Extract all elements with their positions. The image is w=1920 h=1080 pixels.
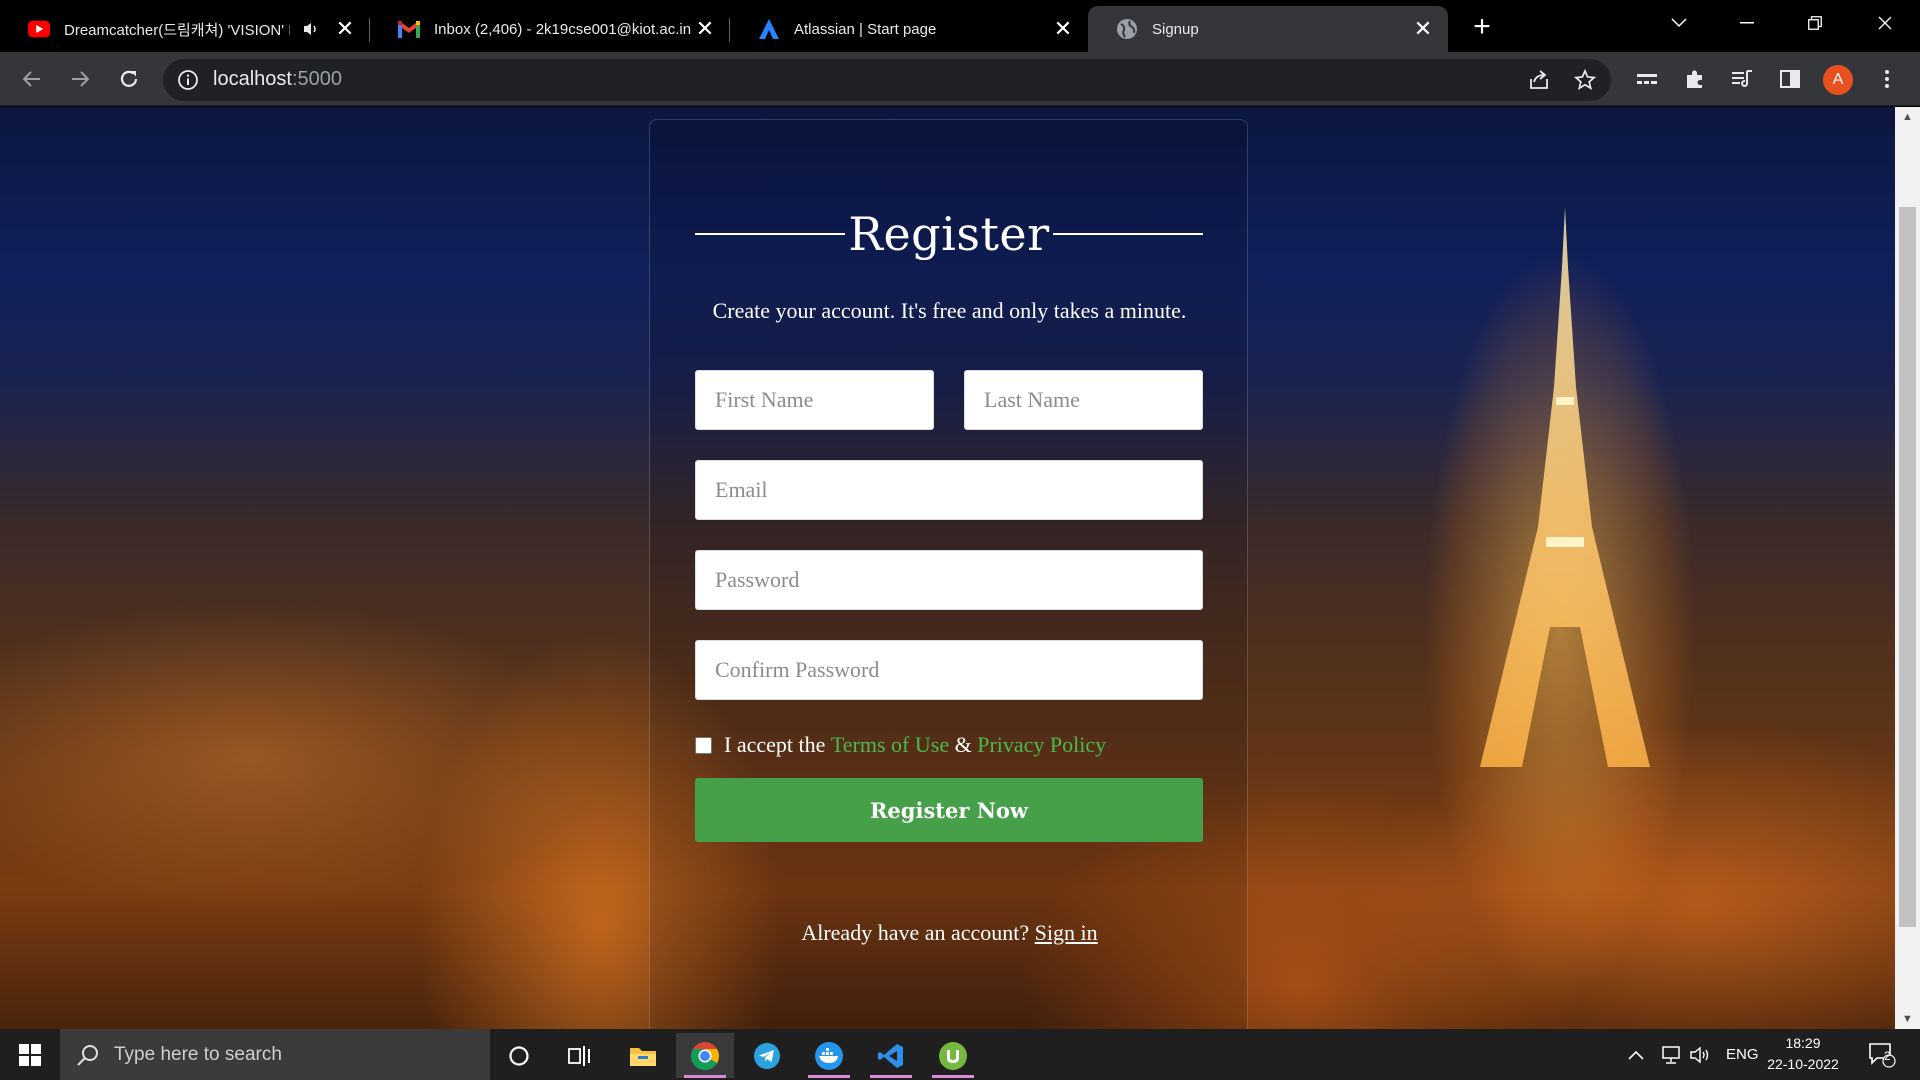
tab-title: Dreamcatcher(드림캐쳐) 'VISION' I [64, 21, 290, 39]
signin-prefix: Already have an account? [801, 920, 1030, 945]
language-indicator[interactable]: ENG [1726, 1029, 1759, 1080]
vscode-icon[interactable] [862, 1033, 920, 1078]
volume-icon[interactable] [1690, 1029, 1714, 1080]
address-bar[interactable]: localhost:5000 [163, 59, 1611, 101]
search-icon [76, 1043, 100, 1067]
register-card: Register Create your account. It's free … [649, 119, 1248, 1029]
heading-divider-right [1052, 233, 1203, 235]
utorrent-icon[interactable] [924, 1033, 982, 1078]
eiffel-tower-background [1480, 207, 1650, 767]
new-tab-button[interactable]: + [1465, 10, 1499, 44]
scroll-down-arrow-icon[interactable]: ▼ [1895, 1009, 1920, 1029]
signin-row: Already have an account? Sign in [650, 920, 1249, 946]
url-host: localhost [213, 68, 292, 90]
tab-gmail[interactable]: Inbox (2,406) - 2k19cse001@kiot.ac.in - … [370, 6, 730, 52]
close-icon[interactable]: ✕ [1052, 16, 1074, 41]
close-icon[interactable]: ✕ [1412, 16, 1434, 41]
share-icon[interactable] [1525, 66, 1553, 94]
task-view-icon[interactable] [551, 1033, 609, 1078]
scrollbar-thumb[interactable] [1899, 207, 1916, 927]
taskbar-search-placeholder: Type here to search [114, 1043, 282, 1065]
url-port: :5000 [291, 68, 342, 90]
cortana-icon[interactable] [490, 1033, 548, 1078]
speaker-icon[interactable] [300, 18, 322, 40]
heading-divider-left [695, 233, 845, 235]
restore-button[interactable] [1790, 6, 1840, 40]
media-control-icon[interactable] [1725, 62, 1759, 96]
minimize-button[interactable] [1722, 6, 1772, 40]
profile-avatar[interactable]: A [1823, 65, 1853, 95]
register-heading: Register [695, 204, 1203, 264]
terms-row: I accept the Terms of Use & Privacy Poli… [695, 732, 1106, 758]
active-indicator [870, 1075, 912, 1078]
gmail-icon [398, 18, 420, 40]
email-input[interactable]: Email [695, 460, 1203, 520]
active-indicator [684, 1075, 726, 1078]
terms-of-use-link[interactable]: Terms of Use [831, 732, 949, 758]
close-window-button[interactable] [1860, 6, 1910, 40]
page-viewport: Register Create your account. It's free … [0, 107, 1895, 1029]
forward-button[interactable] [63, 62, 97, 96]
terms-ampersand: & [954, 732, 972, 757]
reload-button[interactable] [112, 62, 146, 96]
tab-search-icon[interactable] [1654, 6, 1704, 40]
network-icon[interactable] [1660, 1029, 1682, 1080]
back-button[interactable] [15, 62, 49, 96]
password-input[interactable]: Password [695, 550, 1203, 610]
first-name-input[interactable]: First Name [695, 370, 934, 430]
browser-toolbar: localhost:5000 A [0, 52, 1920, 106]
sign-in-link[interactable]: Sign in [1035, 920, 1098, 945]
site-info-icon[interactable] [177, 69, 199, 91]
confirm-password-input[interactable]: Confirm Password [695, 640, 1203, 700]
taskbar-search-box[interactable]: Type here to search [60, 1029, 490, 1080]
media-extension-icon[interactable] [1630, 62, 1664, 96]
register-subtitle: Create your account. It's free and only … [712, 298, 1187, 323]
windows-taskbar: Type here to search ENG 18:29 22-10-2022 [0, 1029, 1920, 1080]
telegram-icon[interactable] [738, 1033, 796, 1078]
terms-prefix: I accept the [724, 732, 826, 757]
chrome-taskbar-icon[interactable] [676, 1033, 734, 1078]
scroll-up-arrow-icon[interactable]: ▲ [1895, 107, 1920, 127]
tab-strip: Dreamcatcher(드림캐쳐) 'VISION' I ✕ Inbox (2… [0, 0, 1920, 52]
page-title: Register [848, 207, 1050, 261]
tab-atlassian[interactable]: Atlassian | Start page ✕ [730, 6, 1088, 52]
tab-title: Atlassian | Start page [794, 20, 937, 38]
url-text: localhost:5000 [213, 68, 342, 91]
extensions-puzzle-icon[interactable] [1678, 62, 1712, 96]
clock-time: 18:29 [1785, 1035, 1821, 1051]
register-now-button[interactable]: Register Now [695, 778, 1203, 842]
show-hidden-icons[interactable] [1628, 1029, 1644, 1080]
bookmark-star-icon[interactable] [1571, 66, 1599, 94]
tab-youtube[interactable]: Dreamcatcher(드림캐쳐) 'VISION' I ✕ [0, 6, 370, 52]
chrome-menu-icon[interactable] [1870, 62, 1904, 96]
globe-icon [1116, 18, 1138, 40]
tab-title: Signup [1152, 20, 1199, 38]
active-indicator [808, 1075, 850, 1078]
windows-start-icon[interactable] [0, 1029, 60, 1080]
close-icon[interactable]: ✕ [694, 16, 716, 41]
tab-title: Inbox (2,406) - 2k19cse001@kiot.ac.in - [434, 20, 694, 38]
side-panel-icon[interactable] [1773, 62, 1807, 96]
clock-date: 22-10-2022 [1767, 1056, 1839, 1072]
active-indicator [932, 1075, 974, 1078]
youtube-icon [28, 18, 50, 40]
docker-icon[interactable] [800, 1033, 858, 1078]
close-icon[interactable]: ✕ [334, 16, 356, 41]
notification-center-icon[interactable]: 2 [1868, 1029, 1896, 1080]
file-explorer-icon[interactable] [614, 1033, 672, 1078]
tab-signup[interactable]: Signup ✕ [1088, 6, 1448, 52]
last-name-input[interactable]: Last Name [964, 370, 1203, 430]
atlassian-icon [758, 18, 780, 40]
terms-checkbox[interactable] [695, 736, 712, 754]
page-scrollbar[interactable]: ▲ ▼ [1895, 107, 1920, 1029]
privacy-policy-link[interactable]: Privacy Policy [977, 732, 1106, 758]
clock[interactable]: 18:29 22-10-2022 [1760, 1033, 1846, 1075]
notification-count: 2 [1884, 1049, 1891, 1063]
